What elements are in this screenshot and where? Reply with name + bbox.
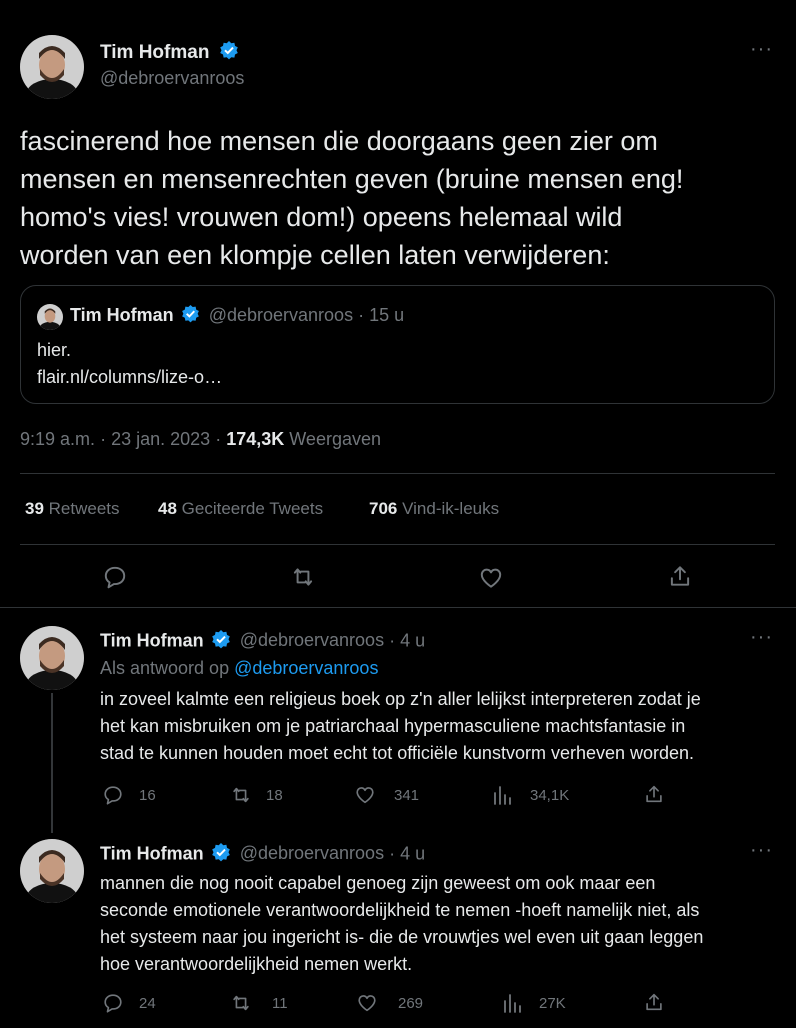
views-count: 174,3K bbox=[226, 429, 285, 449]
author-handle[interactable]: @debroervanroos bbox=[240, 843, 384, 863]
likes-stat[interactable]: 706 Vind-ik-leuks bbox=[369, 499, 499, 519]
reply-header: Tim Hofman @debroervanroos · 4 u bbox=[100, 842, 425, 867]
reply-icon bbox=[102, 784, 124, 806]
reply-to-prefix: Als antwoord op bbox=[100, 658, 230, 678]
retweet-count: 18 bbox=[266, 787, 283, 804]
tweet-text: fascinerend hoe mensen die doorgaans gee… bbox=[20, 122, 780, 274]
more-options-icon[interactable]: ··· bbox=[750, 839, 773, 862]
separator: · bbox=[100, 429, 107, 449]
like-icon[interactable] bbox=[478, 565, 504, 591]
views-label: Weergaven bbox=[289, 429, 381, 449]
reply-text: mannen die nog nooit capabel genoeg zijn… bbox=[100, 870, 703, 978]
author-name[interactable]: Tim Hofman bbox=[100, 42, 209, 63]
tweet-date[interactable]: 23 jan. 2023 bbox=[111, 429, 210, 449]
reply-count: 16 bbox=[139, 787, 156, 804]
quoted-text: hier. bbox=[37, 340, 72, 360]
reply-count: 24 bbox=[139, 995, 156, 1012]
reply-text-line: mannen die nog nooit capabel genoeg zijn… bbox=[100, 873, 656, 893]
tweet-text-line: mensen en mensenrechten geven (bruine me… bbox=[20, 164, 684, 194]
view-count: 34,1K bbox=[530, 787, 570, 804]
quote-tweets-stat[interactable]: 48 Geciteerde Tweets bbox=[158, 499, 323, 519]
author-name[interactable]: Tim Hofman bbox=[100, 630, 204, 650]
quoted-author-name: Tim Hofman bbox=[70, 304, 174, 325]
reply-to-handle[interactable]: @debroervanroos bbox=[234, 658, 378, 678]
verified-icon bbox=[219, 40, 239, 66]
likes-label: Vind-ik-leuks bbox=[402, 499, 500, 518]
retweet-icon bbox=[229, 784, 253, 806]
author-handle[interactable]: @debroervanroos bbox=[240, 630, 384, 650]
more-options-icon[interactable]: ··· bbox=[750, 38, 773, 61]
avatar[interactable] bbox=[20, 839, 84, 903]
like-icon bbox=[354, 784, 376, 806]
retweet-icon bbox=[229, 992, 253, 1014]
retweets-count: 39 bbox=[25, 499, 44, 518]
divider bbox=[0, 607, 796, 608]
quoted-avatar bbox=[37, 304, 63, 330]
author-name[interactable]: Tim Hofman bbox=[100, 843, 204, 863]
divider bbox=[20, 473, 775, 474]
quoted-time: 15 u bbox=[369, 304, 405, 325]
quote-tweets-count: 48 bbox=[158, 499, 177, 518]
share-icon[interactable] bbox=[643, 783, 665, 805]
tweet-meta: 9:19 a.m. · 23 jan. 2023 · 174,3K Weerga… bbox=[20, 429, 381, 450]
reply-context: Als antwoord op @debroervanroos bbox=[100, 658, 378, 679]
thread-line bbox=[51, 693, 53, 833]
retweets-label: Retweets bbox=[48, 499, 120, 518]
like-count: 269 bbox=[398, 995, 424, 1012]
reply-header: Tim Hofman @debroervanroos · 4 u bbox=[100, 629, 425, 654]
reply-text-line: stad te kunnen houden moet echt tot offi… bbox=[100, 743, 695, 763]
reply-text-line: hoe verantwoordelijkheid nemen werkt. bbox=[100, 954, 413, 974]
tweet-time[interactable]: 9:19 a.m. bbox=[20, 429, 95, 449]
reply-icon[interactable] bbox=[102, 564, 128, 590]
quoted-handle: @debroervanroos bbox=[208, 304, 354, 325]
reply-text-line: het kan misbruiken om je patriarchaal hy… bbox=[100, 716, 686, 736]
reply-text-line: in zoveel kalmte een religieus boek op z… bbox=[100, 689, 701, 709]
verified-icon bbox=[211, 629, 231, 654]
reply-time[interactable]: 4 u bbox=[400, 843, 425, 863]
verified-icon bbox=[211, 842, 231, 867]
reply-text: in zoveel kalmte een religieus boek op z… bbox=[100, 686, 701, 767]
views-icon bbox=[492, 784, 512, 806]
avatar[interactable] bbox=[20, 35, 84, 99]
like-icon bbox=[356, 992, 378, 1014]
views-icon bbox=[502, 992, 522, 1014]
quoted-tweet-card[interactable]: Tim Hofman @debroervanroos · 15 u hier. … bbox=[20, 285, 775, 404]
verified-icon bbox=[181, 304, 200, 328]
retweet-icon[interactable] bbox=[289, 564, 317, 590]
retweets-stat[interactable]: 39 Retweets bbox=[25, 499, 120, 519]
tweet-text-line: fascinerend hoe mensen die doorgaans gee… bbox=[20, 126, 658, 156]
avatar[interactable] bbox=[20, 626, 84, 690]
retweet-count: 11 bbox=[272, 995, 288, 1012]
reply-icon bbox=[102, 992, 124, 1014]
quote-tweets-label: Geciteerde Tweets bbox=[181, 499, 324, 518]
tweet-text-line: worden van een klompje cellen laten verw… bbox=[20, 240, 610, 270]
divider bbox=[20, 544, 775, 545]
tweet-text-line: homo's vies! vrouwen dom!) opeens helema… bbox=[20, 202, 623, 232]
like-count: 341 bbox=[394, 787, 420, 804]
view-count: 27K bbox=[539, 995, 566, 1012]
quoted-link[interactable]: flair.nl/columns/lize-o… bbox=[37, 367, 222, 388]
reply-text-line: het systeem naar jou ingericht is- die d… bbox=[100, 927, 704, 947]
share-icon[interactable] bbox=[643, 991, 665, 1013]
separator: · bbox=[389, 843, 396, 864]
reply-time[interactable]: 4 u bbox=[400, 630, 425, 650]
quoted-header: Tim Hofman @debroervanroos · 15 u bbox=[70, 304, 404, 328]
more-options-icon[interactable]: ··· bbox=[750, 626, 773, 649]
reply-text-line: seconde emotionele verantwoordelijkheid … bbox=[100, 900, 700, 920]
author-handle[interactable]: @debroervanroos bbox=[100, 68, 244, 89]
likes-count: 706 bbox=[369, 499, 398, 518]
separator: · bbox=[389, 630, 396, 651]
separator: · bbox=[215, 429, 222, 449]
author-row: Tim Hofman bbox=[100, 40, 239, 66]
separator: · bbox=[358, 304, 365, 325]
share-icon[interactable] bbox=[667, 563, 693, 589]
